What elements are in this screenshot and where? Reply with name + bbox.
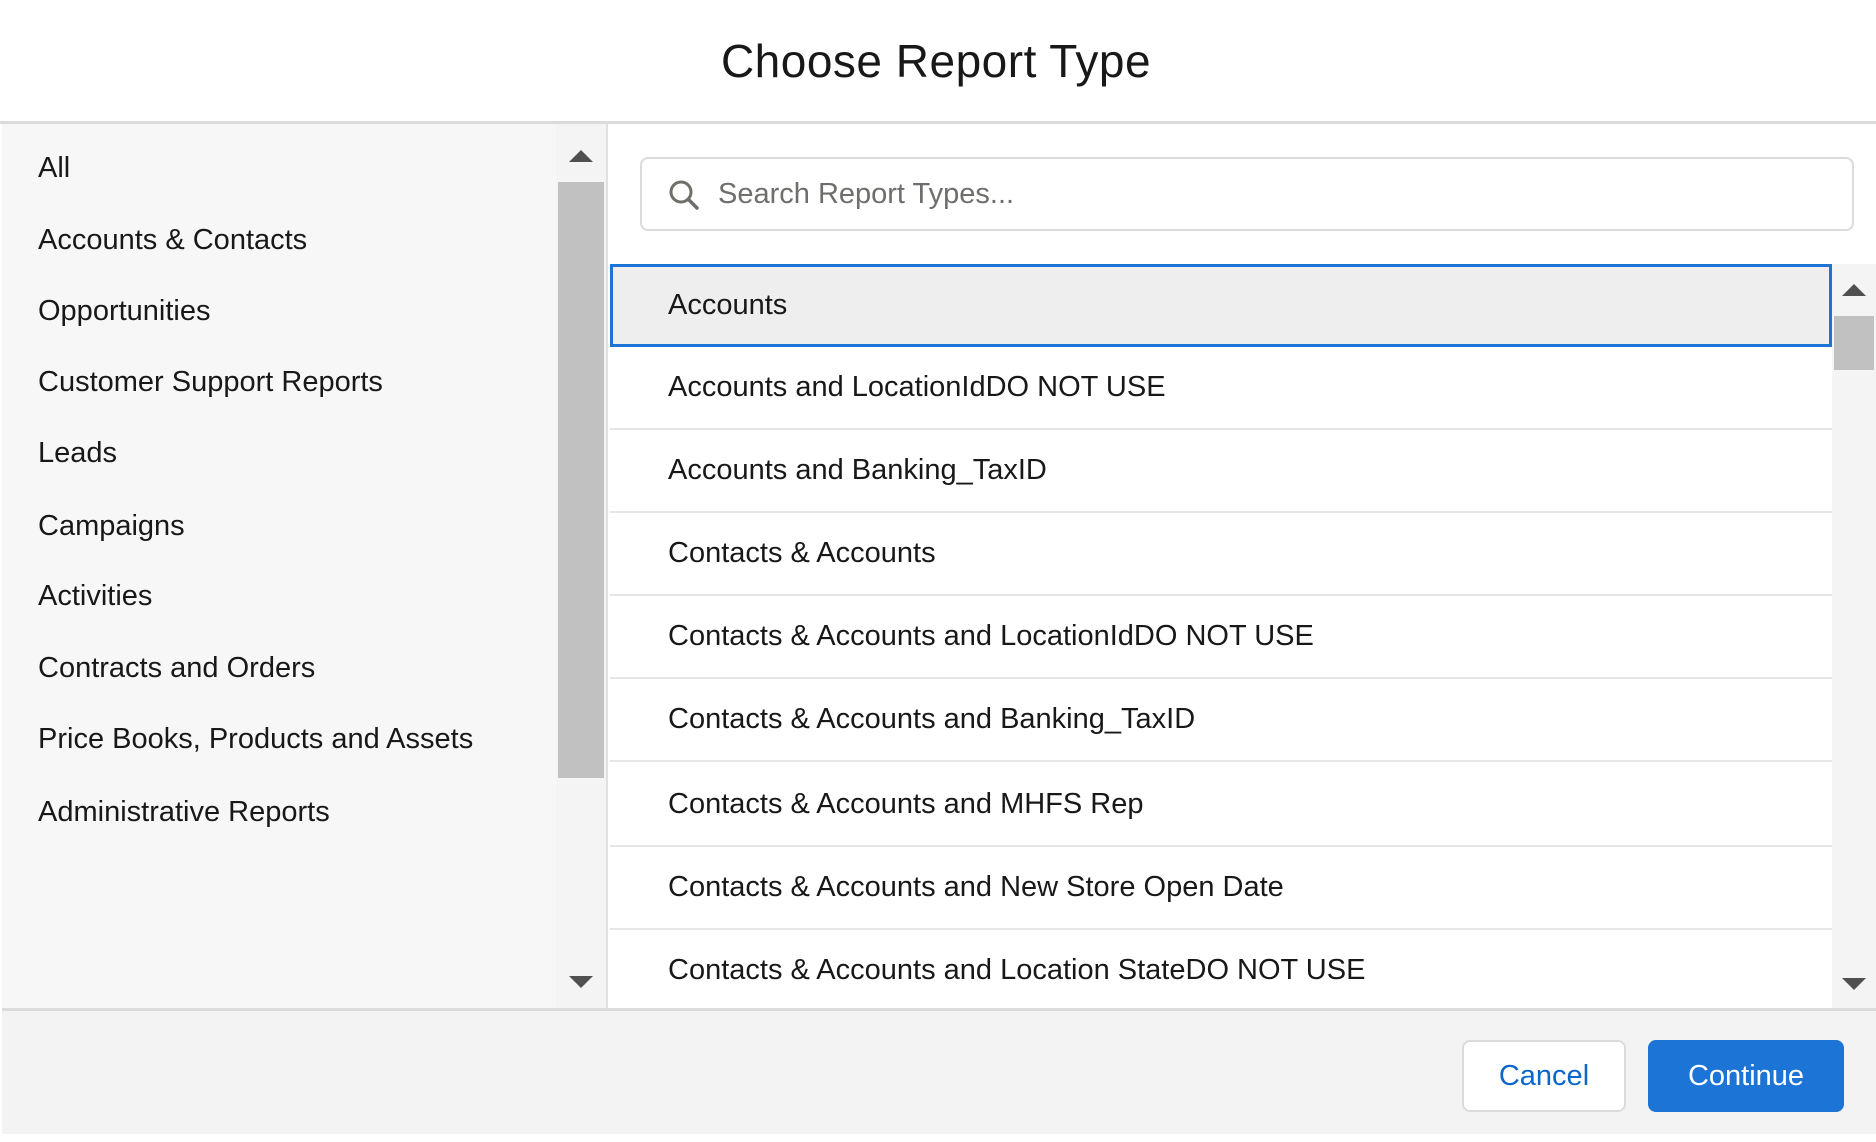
report-type-row[interactable]: Contacts & Accounts and LocationIdDO NOT…	[610, 596, 1832, 679]
category-scrollbar-thumb[interactable]	[558, 182, 604, 778]
report-type-row[interactable]: Contacts & Accounts and MHFS Rep	[610, 764, 1832, 847]
category-item-accounts-contacts[interactable]: Accounts & Contacts	[38, 224, 307, 257]
report-type-row[interactable]: Contacts & Accounts and New Store Open D…	[610, 847, 1832, 930]
scroll-up-arrow-icon[interactable]	[1842, 284, 1866, 296]
category-item-leads[interactable]: Leads	[38, 437, 117, 470]
report-type-row[interactable]: Contacts & Accounts and Location StateDO…	[610, 930, 1832, 1008]
category-item-opportunities[interactable]: Opportunities	[38, 295, 211, 328]
search-icon	[669, 180, 699, 210]
scroll-up-arrow-icon[interactable]	[569, 150, 593, 162]
dialog-title: Choose Report Type	[720, 34, 1152, 87]
continue-button[interactable]: Continue	[1648, 1040, 1844, 1112]
search-input[interactable]	[718, 159, 1838, 229]
report-type-scrollbar-thumb[interactable]	[1834, 316, 1874, 370]
report-type-row[interactable]: Accounts	[610, 264, 1832, 347]
report-type-panel: Accounts Accounts and LocationIdDO NOT U…	[610, 124, 1876, 1008]
category-item-administrative-reports[interactable]: Administrative Reports	[38, 796, 330, 829]
search-box	[640, 157, 1854, 231]
category-item-campaigns[interactable]: Campaigns	[38, 510, 185, 543]
category-panel: All Accounts & Contacts Opportunities Cu…	[2, 124, 556, 1008]
report-type-row[interactable]: Accounts and LocationIdDO NOT USE	[610, 347, 1832, 430]
category-item-all[interactable]: All	[38, 152, 70, 185]
report-type-row[interactable]: Contacts & Accounts and Banking_TaxID	[610, 679, 1832, 762]
report-type-row[interactable]: Accounts and Banking_TaxID	[610, 430, 1832, 513]
category-scrollbar[interactable]	[556, 124, 608, 1008]
category-item-activities[interactable]: Activities	[38, 580, 152, 613]
category-item-customer-support-reports[interactable]: Customer Support Reports	[38, 366, 383, 399]
report-type-list: Accounts Accounts and LocationIdDO NOT U…	[610, 264, 1832, 1008]
report-type-row[interactable]: Contacts & Accounts	[610, 513, 1832, 596]
scroll-down-arrow-icon[interactable]	[569, 976, 593, 988]
report-type-dialog: Choose Report Type All Accounts & Contac…	[0, 0, 1876, 1142]
scroll-down-arrow-icon[interactable]	[1842, 978, 1866, 990]
cancel-button[interactable]: Cancel	[1462, 1040, 1626, 1112]
category-item-price-books-products-assets[interactable]: Price Books, Products and Assets	[38, 723, 473, 756]
dialog-header: Choose Report Type	[0, 0, 1876, 124]
category-item-contracts-orders[interactable]: Contracts and Orders	[38, 652, 315, 685]
report-type-scrollbar[interactable]	[1832, 264, 1876, 1008]
dialog-footer: Cancel Continue	[2, 1008, 1876, 1134]
